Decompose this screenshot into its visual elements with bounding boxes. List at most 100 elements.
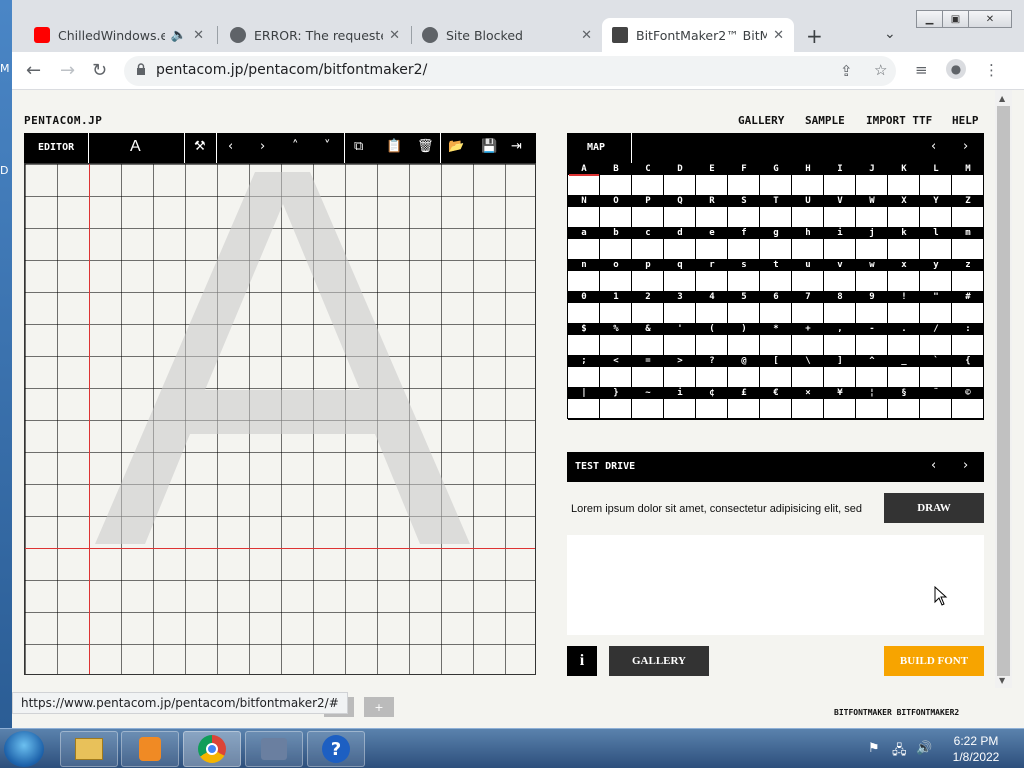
close-tab-icon[interactable]: ✕ bbox=[581, 28, 592, 43]
help-taskbar-button[interactable]: ? bbox=[307, 731, 365, 767]
new-tab-icon[interactable]: + bbox=[806, 24, 823, 48]
char-map-label: ¦ bbox=[869, 388, 875, 398]
help-icon: ? bbox=[322, 735, 350, 763]
close-tab-icon[interactable]: ✕ bbox=[773, 28, 784, 43]
action-center-icon[interactable]: ⚑ bbox=[868, 741, 880, 756]
char-map-label: ; bbox=[581, 356, 587, 366]
char-map-label: v bbox=[837, 260, 843, 270]
media-player-taskbar-button[interactable] bbox=[121, 731, 179, 767]
char-map-label: q bbox=[677, 260, 683, 270]
menu-kebab-icon[interactable]: ⋮ bbox=[984, 61, 999, 79]
plus-share-icon[interactable]: + bbox=[364, 697, 394, 717]
char-map-label: 3 bbox=[677, 292, 683, 302]
tab-title: BitFontMaker2™ BitMap bbox=[636, 27, 768, 43]
app-taskbar-button[interactable] bbox=[245, 731, 303, 767]
globe-icon bbox=[422, 27, 438, 43]
copy-icon[interactable]: ⧉ bbox=[354, 139, 363, 154]
taskbar-clock[interactable]: 6:22 PM 1/8/2022 bbox=[944, 733, 1008, 765]
nav-help[interactable]: HELP bbox=[952, 114, 979, 127]
shift-right-icon[interactable]: › bbox=[260, 139, 265, 154]
save-icon[interactable]: 💾 bbox=[481, 139, 497, 154]
char-map-label: . bbox=[901, 324, 907, 334]
gallery-button[interactable]: GALLERY bbox=[609, 646, 709, 676]
profile-avatar-icon[interactable]: ● bbox=[946, 59, 966, 79]
shift-left-icon[interactable]: ‹ bbox=[228, 139, 233, 154]
start-orb-icon[interactable] bbox=[4, 731, 44, 767]
char-map-label: 6 bbox=[773, 292, 779, 302]
char-map-label: r bbox=[709, 260, 715, 270]
close-window-icon[interactable]: ✕ bbox=[968, 10, 1012, 28]
char-map-label: 0 bbox=[581, 292, 587, 302]
map-prev-icon[interactable]: ‹ bbox=[931, 139, 936, 154]
char-map-row: ; < = >? @ [\] ^ _ ` { bbox=[568, 356, 984, 388]
test-drive-prev-icon[interactable]: ‹ bbox=[931, 458, 936, 473]
char-map-label: ¥ bbox=[837, 388, 843, 398]
test-drive-next-icon[interactable]: › bbox=[963, 458, 968, 473]
open-folder-icon[interactable]: 📂 bbox=[448, 139, 464, 154]
char-map-label: _ bbox=[901, 356, 907, 366]
char-map-label: / bbox=[933, 324, 939, 334]
char-map-label: K bbox=[901, 164, 907, 174]
windows-taskbar: ? ⚑ 🖧 🔊 6:22 PM 1/8/2022 bbox=[0, 728, 1024, 768]
network-icon[interactable]: 🖧 bbox=[892, 741, 907, 763]
magic-wand-icon[interactable]: ⚒ bbox=[194, 139, 206, 154]
char-map-label: ] bbox=[837, 356, 843, 366]
explorer-taskbar-button[interactable] bbox=[60, 731, 118, 767]
info-button[interactable]: i bbox=[567, 646, 597, 676]
scrollbar-thumb[interactable] bbox=[997, 106, 1010, 676]
minimize-icon[interactable]: ▁ bbox=[916, 10, 943, 28]
draw-button[interactable]: DRAW bbox=[884, 493, 984, 523]
speaker-icon[interactable]: 🔈 bbox=[171, 28, 187, 43]
forward-icon[interactable]: → bbox=[60, 60, 75, 81]
share-icon[interactable]: ⇪ bbox=[840, 62, 853, 80]
tab-site-blocked[interactable]: Site Blocked ✕ bbox=[412, 18, 602, 52]
volume-icon[interactable]: 🔊 bbox=[916, 741, 932, 756]
char-map-label: 4 bbox=[709, 292, 715, 302]
address-bar[interactable]: pentacom.jp/pentacom/bitfontmaker2/ ⇪ ☆ bbox=[124, 56, 896, 86]
tab-title: ERROR: The requested U bbox=[254, 27, 383, 43]
media-control-icon[interactable]: ≡ bbox=[915, 61, 928, 79]
char-map-label: Y bbox=[933, 196, 939, 206]
char-map-label: s bbox=[741, 260, 747, 270]
status-bar: https://www.pentacom.jp/pentacom/bitfont… bbox=[12, 692, 348, 714]
bookmark-star-icon[interactable]: ☆ bbox=[874, 61, 887, 79]
char-map-label: § bbox=[901, 388, 907, 398]
pixel-editor-grid[interactable] bbox=[24, 163, 536, 675]
close-tab-icon[interactable]: ✕ bbox=[389, 28, 400, 43]
nav-sample[interactable]: SAMPLE bbox=[805, 114, 845, 127]
selected-char-indicator bbox=[569, 174, 599, 176]
paste-icon[interactable]: 📋 bbox=[386, 139, 402, 154]
shift-down-icon[interactable]: ˅ bbox=[324, 139, 331, 154]
shift-up-icon[interactable]: ˄ bbox=[292, 139, 299, 154]
chrome-taskbar-button[interactable] bbox=[183, 731, 241, 767]
tab-bitfontmaker[interactable]: BitFontMaker2™ BitMap ✕ bbox=[602, 18, 794, 52]
test-drive-text-input[interactable]: Lorem ipsum dolor sit amet, consectetur … bbox=[571, 503, 862, 515]
character-map: ABCDEFGHIJKLMNOPQRSTUVWXYZabcdefghijklmn… bbox=[567, 163, 984, 420]
tab-title: ChilledWindows.exe bbox=[58, 27, 165, 43]
tab-error[interactable]: ERROR: The requested U ✕ bbox=[220, 18, 410, 52]
char-map-row: n o p q r s t u v w x y z bbox=[568, 260, 984, 292]
page-scrollbar[interactable]: ▲ ▼ bbox=[995, 90, 1012, 688]
close-tab-icon[interactable]: ✕ bbox=[193, 28, 204, 43]
char-map-label: L bbox=[933, 164, 939, 174]
trash-icon[interactable]: 🗑 bbox=[417, 139, 434, 154]
back-icon[interactable]: ← bbox=[26, 60, 41, 81]
reload-icon[interactable]: ↻ bbox=[92, 60, 107, 81]
char-map-label: c bbox=[645, 228, 651, 238]
char-map-label: £ bbox=[741, 388, 747, 398]
nav-gallery[interactable]: GALLERY bbox=[738, 114, 784, 127]
char-map-label: z bbox=[965, 260, 971, 270]
tab-chilledwindows[interactable]: ChilledWindows.exe 🔈 ✕ bbox=[24, 18, 214, 52]
test-drive-header: TEST DRIVE ‹ › bbox=[567, 452, 984, 482]
export-icon[interactable]: ⇥ bbox=[511, 139, 522, 154]
build-font-button[interactable]: BUILD FONT bbox=[884, 646, 984, 676]
site-brand[interactable]: PENTACOM.JP bbox=[24, 114, 102, 127]
char-map-label: O bbox=[613, 196, 619, 206]
nav-import-ttf[interactable]: IMPORT TTF bbox=[866, 114, 932, 127]
maximize-icon[interactable]: ▣ bbox=[942, 10, 969, 28]
char-map-label: : bbox=[965, 324, 971, 334]
footer-text[interactable]: BITFONTMAKER BITFONTMAKER2 bbox=[834, 708, 959, 717]
tab-search-icon[interactable]: ⌄ bbox=[884, 26, 896, 42]
browser-window: ChilledWindows.exe 🔈 ✕ ERROR: The reques… bbox=[12, 0, 1024, 728]
map-next-icon[interactable]: › bbox=[963, 139, 968, 154]
